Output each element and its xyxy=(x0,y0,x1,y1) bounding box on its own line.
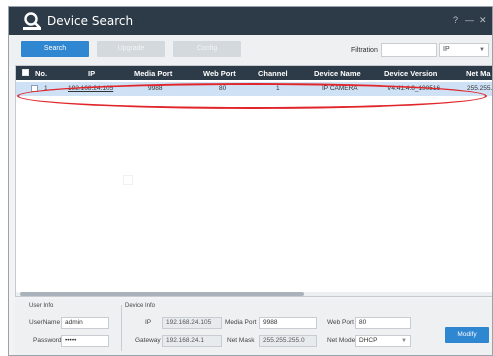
net-mask-input[interactable]: 255.255.255.0 xyxy=(259,335,317,347)
header-media-port[interactable]: Media Port xyxy=(134,69,172,78)
help-icon[interactable]: ? xyxy=(453,15,458,25)
modify-button[interactable]: Modify xyxy=(445,327,489,343)
device-info-panel: User Info UserName admin Password ••••• … xyxy=(15,299,492,355)
upgrade-button[interactable]: Upgrade xyxy=(97,41,165,57)
chevron-down-icon: ▼ xyxy=(401,338,407,344)
config-button[interactable]: Config xyxy=(173,41,241,57)
select-all-checkbox[interactable] xyxy=(22,69,29,76)
net-mode-value: DHCP xyxy=(359,337,378,344)
password-input[interactable]: ••••• xyxy=(61,335,109,347)
filter-type-value: IP xyxy=(443,46,450,53)
header-device-version[interactable]: Device Version xyxy=(384,69,437,78)
window-title: Device Search xyxy=(47,14,134,28)
device-search-window: Device Search ? — ✕ Search Upgrade Confi… xyxy=(8,6,493,356)
header-channel[interactable]: Channel xyxy=(258,69,288,78)
header-net-mask[interactable]: Net Ma xyxy=(466,69,491,78)
net-mode-label: Net Mode xyxy=(327,337,356,344)
password-label: Password xyxy=(33,337,62,344)
search-button[interactable]: Search xyxy=(21,41,89,57)
section-divider xyxy=(121,305,122,351)
toolbar: Search Upgrade Config Filtration IP ▼ xyxy=(9,35,492,67)
media-port-label: Media Port xyxy=(225,319,257,326)
highlight-annotation xyxy=(17,83,487,109)
title-bar[interactable]: Device Search ? — ✕ xyxy=(9,7,492,35)
net-mode-select[interactable]: DHCP ▼ xyxy=(355,335,411,347)
header-web-port[interactable]: Web Port xyxy=(203,69,236,78)
search-magnifier-icon xyxy=(23,12,41,30)
gateway-input[interactable]: 192.168.24.1 xyxy=(162,335,222,347)
header-device-name[interactable]: Device Name xyxy=(314,69,361,78)
minimize-icon[interactable]: — xyxy=(465,15,474,25)
filter-type-select[interactable]: IP ▼ xyxy=(439,43,489,57)
filtration-input[interactable] xyxy=(381,43,437,57)
filtration-label: Filtration xyxy=(351,47,378,54)
ip-label: IP xyxy=(145,319,152,326)
user-info-label: User Info xyxy=(29,303,54,309)
scrollbar-thumb[interactable] xyxy=(20,292,304,296)
device-info-label: Device Info xyxy=(125,303,156,309)
media-port-input[interactable]: 9988 xyxy=(259,317,317,329)
ip-input[interactable]: 192.168.24.105 xyxy=(162,317,222,329)
web-port-input[interactable]: 80 xyxy=(355,317,411,329)
gateway-label: Gateway xyxy=(135,337,161,344)
close-icon[interactable]: ✕ xyxy=(479,15,487,26)
username-label: UserName xyxy=(29,319,61,326)
blank-square xyxy=(123,175,133,185)
chevron-down-icon: ▼ xyxy=(479,47,485,53)
username-input[interactable]: admin xyxy=(61,317,109,329)
header-ip[interactable]: IP xyxy=(88,69,95,78)
net-mask-label: Net Mask xyxy=(227,337,255,344)
header-no[interactable]: No. xyxy=(35,69,47,78)
horizontal-scrollbar[interactable] xyxy=(16,292,492,296)
web-port-label: Web Port xyxy=(327,319,354,326)
table-header: No. IP Media Port Web Port Channel Devic… xyxy=(16,66,492,80)
